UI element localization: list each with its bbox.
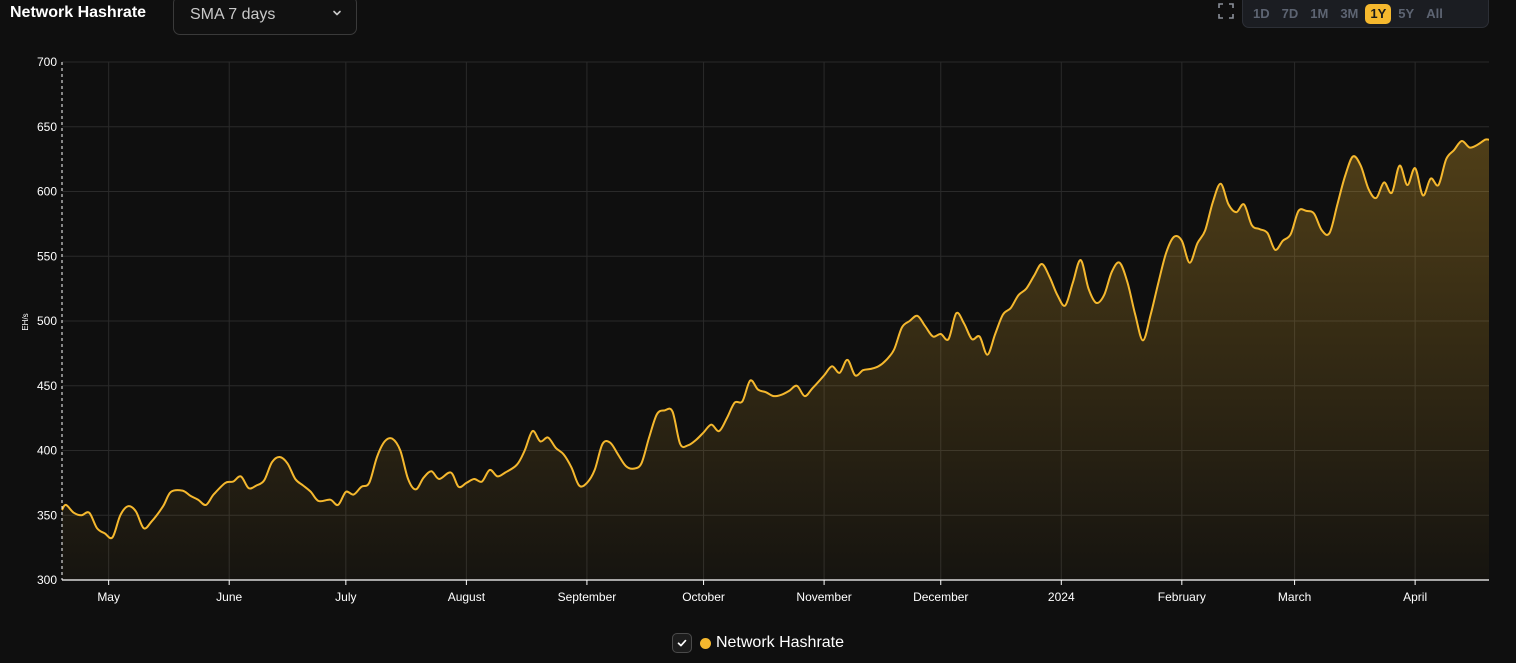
hashrate-chart: 300 350 400 450 500 550 600 650 700 May June July Au… bbox=[21, 55, 1490, 604]
legend-item-network-hashrate[interactable]: Network Hashrate bbox=[699, 634, 845, 652]
x-tick-label: December bbox=[913, 590, 968, 604]
y-tick-label: 400 bbox=[37, 444, 57, 458]
x-tick-label: November bbox=[796, 590, 851, 604]
series-area-fill bbox=[62, 139, 1489, 581]
x-tick-label: October bbox=[682, 590, 725, 604]
x-tick-label: May bbox=[97, 590, 120, 604]
y-tick-label: 500 bbox=[37, 314, 57, 328]
x-tick-label: August bbox=[448, 590, 486, 604]
x-tick-label: 2024 bbox=[1048, 590, 1075, 604]
y-tick-label: 450 bbox=[37, 379, 57, 393]
x-tick-label: February bbox=[1158, 590, 1206, 604]
y-tick-label: 600 bbox=[37, 185, 57, 199]
x-tick-label: September bbox=[558, 590, 617, 604]
legend-label: Network Hashrate bbox=[715, 634, 845, 651]
y-tick-label: 300 bbox=[37, 573, 57, 587]
legend-checkbox[interactable] bbox=[671, 633, 692, 653]
legend-color-dot bbox=[699, 637, 711, 649]
y-tick-label: 700 bbox=[37, 55, 57, 69]
checkmark-icon bbox=[677, 639, 687, 647]
y-tick-label: 350 bbox=[37, 508, 57, 522]
x-tick-label: July bbox=[335, 590, 356, 604]
y-axis-label: EH/s bbox=[21, 313, 30, 330]
x-tick-label: June bbox=[216, 590, 242, 604]
y-tick-label: 550 bbox=[37, 249, 57, 263]
legend: Network Hashrate bbox=[0, 633, 1516, 653]
y-tick-label: 650 bbox=[37, 120, 57, 134]
x-tick-label: April bbox=[1403, 590, 1427, 604]
x-tick-label: March bbox=[1278, 590, 1311, 604]
